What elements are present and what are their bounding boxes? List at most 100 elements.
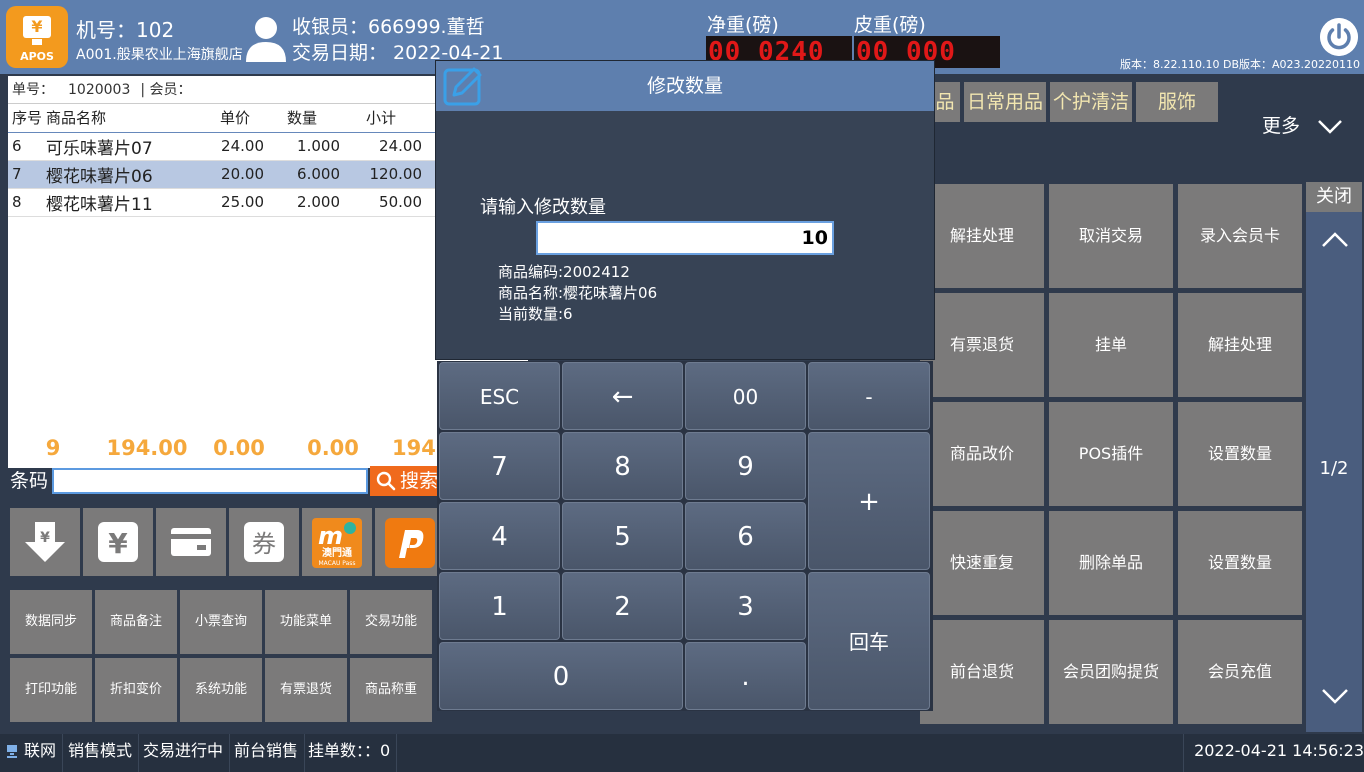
key-enter[interactable]: 回车 bbox=[808, 572, 930, 710]
row-name: 可乐味薯片07 bbox=[46, 132, 206, 161]
cashier-name: 收银员：666999.董哲 bbox=[292, 16, 485, 38]
monitor-stand bbox=[32, 39, 42, 45]
page-indicator: 1/2 bbox=[1319, 458, 1349, 479]
power-icon[interactable] bbox=[1320, 18, 1358, 56]
card-icon bbox=[171, 528, 211, 556]
row-price: 20.00 bbox=[206, 160, 264, 189]
network-icon bbox=[7, 745, 17, 758]
set-quantity-button[interactable]: 设置数量 bbox=[1178, 402, 1302, 506]
enter-member-card-button[interactable]: 录入会员卡 bbox=[1178, 184, 1302, 288]
pp-pay-button[interactable] bbox=[375, 508, 438, 576]
current-quantity: 当前数量:6 bbox=[498, 305, 573, 323]
row-price: 25.00 bbox=[206, 188, 264, 217]
func-discount-button[interactable]: 折扣变价 bbox=[95, 658, 177, 722]
quick-repeat-button[interactable]: 快速重复 bbox=[920, 511, 1044, 615]
func-data-sync-button[interactable]: 数据同步 bbox=[10, 590, 92, 654]
cash-pay-button[interactable]: ¥ bbox=[83, 508, 153, 576]
coupon-pay-button[interactable]: 券 bbox=[229, 508, 299, 576]
close-button[interactable]: 关闭 bbox=[1306, 182, 1362, 212]
key-9[interactable]: 9 bbox=[685, 432, 806, 500]
func-system-button[interactable]: 系统功能 bbox=[180, 658, 262, 722]
order-no-value: 1020003 bbox=[68, 82, 131, 98]
key-minus[interactable]: - bbox=[808, 362, 930, 430]
cash-drawer-button[interactable]: ¥ bbox=[10, 508, 80, 576]
func-item-note-button[interactable]: 商品备注 bbox=[95, 590, 177, 654]
delete-item-button[interactable]: 删除单品 bbox=[1049, 511, 1173, 615]
svg-text:¥: ¥ bbox=[108, 527, 128, 560]
col-qty: 数量 bbox=[264, 104, 340, 133]
pos-plugin-button[interactable]: POS插件 bbox=[1049, 402, 1173, 506]
barcode-input[interactable] bbox=[52, 468, 368, 494]
net-weight-label: 净重(磅) bbox=[707, 14, 779, 36]
tab-clothing[interactable]: 服饰 bbox=[1136, 82, 1218, 122]
macau-pass-button[interactable]: m 澳門通 MACAU Pass bbox=[302, 508, 372, 576]
status-online: 联网 bbox=[0, 734, 64, 772]
member-label: | 会员： bbox=[140, 82, 192, 98]
unhang-process-button-2[interactable]: 解挂处理 bbox=[1178, 293, 1302, 397]
coupon-icon: 券 bbox=[244, 522, 284, 562]
chevron-down-icon bbox=[1318, 120, 1342, 134]
key-dot[interactable]: . bbox=[685, 642, 806, 710]
row-qty: 1.000 bbox=[264, 132, 340, 161]
row-subtotal: 50.00 bbox=[340, 188, 422, 217]
apos-logo: ¥ APOS bbox=[6, 6, 68, 68]
cancel-trade-button[interactable]: 取消交易 bbox=[1049, 184, 1173, 288]
chevron-down-icon[interactable] bbox=[1320, 686, 1350, 706]
svg-text:券: 券 bbox=[252, 530, 276, 558]
member-group-pickup-button[interactable]: 会员团购提货 bbox=[1049, 620, 1173, 724]
status-hang-count: 挂单数：：0 bbox=[302, 734, 398, 772]
key-2[interactable]: 2 bbox=[562, 572, 683, 640]
chevron-up-icon[interactable] bbox=[1320, 230, 1350, 250]
tab-daily-goods[interactable]: 日常用品 bbox=[964, 82, 1046, 122]
tare-weight-label: 皮重(磅) bbox=[854, 14, 926, 36]
status-mode: 销售模式 bbox=[62, 734, 140, 772]
store-name: A001.般果农业上海旗舰店 bbox=[76, 47, 243, 63]
key-5[interactable]: 5 bbox=[562, 502, 683, 570]
col-name: 商品名称 bbox=[46, 104, 206, 133]
key-backspace[interactable]: ← bbox=[562, 362, 683, 430]
summary-total-label: 合计 bbox=[410, 416, 426, 456]
key-plus[interactable]: + bbox=[808, 432, 930, 570]
func-return-with-receipt-button[interactable]: 有票退货 bbox=[265, 658, 347, 722]
macau-pass-icon: m 澳門通 MACAU Pass bbox=[312, 518, 362, 568]
key-7[interactable]: 7 bbox=[439, 432, 560, 500]
set-quantity-button-2[interactable]: 设置数量 bbox=[1178, 511, 1302, 615]
tab-personal-care[interactable]: 个护清洁 bbox=[1050, 82, 1132, 122]
key-1[interactable]: 1 bbox=[439, 572, 560, 640]
func-print-button[interactable]: 打印功能 bbox=[10, 658, 92, 722]
quantity-input[interactable] bbox=[536, 221, 834, 255]
member-recharge-button[interactable]: 会员充值 bbox=[1178, 620, 1302, 724]
search-icon bbox=[376, 471, 396, 491]
search-button[interactable]: 搜索 bbox=[370, 466, 446, 496]
key-3[interactable]: 3 bbox=[685, 572, 806, 640]
summary-unpaid-value: 194.00 bbox=[106, 436, 188, 460]
change-price-button[interactable]: 商品改价 bbox=[920, 402, 1044, 506]
key-6[interactable]: 6 bbox=[685, 502, 806, 570]
status-online-text: 联网 bbox=[24, 741, 57, 760]
hang-order-button[interactable]: 挂单 bbox=[1049, 293, 1173, 397]
pp-pay-icon bbox=[385, 518, 435, 568]
key-double-zero[interactable]: 00 bbox=[685, 362, 806, 430]
return-with-receipt-button[interactable]: 有票退货 bbox=[920, 293, 1044, 397]
dialog-header: 修改数量 bbox=[436, 61, 934, 111]
row-price: 24.00 bbox=[206, 132, 264, 161]
key-4[interactable]: 4 bbox=[439, 502, 560, 570]
summary-qty-label: 数量 bbox=[37, 416, 68, 434]
more-categories-button[interactable]: 更多 bbox=[1262, 110, 1352, 142]
func-trade-button[interactable]: 交易功能 bbox=[350, 590, 432, 654]
card-pay-button[interactable] bbox=[156, 508, 226, 576]
key-0[interactable]: 0 bbox=[439, 642, 683, 710]
svg-text:m: m bbox=[318, 522, 343, 550]
key-esc[interactable]: ESC bbox=[439, 362, 560, 430]
row-qty: 6.000 bbox=[264, 160, 340, 189]
key-8[interactable]: 8 bbox=[562, 432, 683, 500]
func-menu-button[interactable]: 功能菜单 bbox=[265, 590, 347, 654]
monitor-icon: ¥ bbox=[23, 16, 51, 38]
status-front: 前台销售 bbox=[228, 734, 306, 772]
func-receipt-query-button[interactable]: 小票查询 bbox=[180, 590, 262, 654]
col-subtotal: 小计 bbox=[340, 104, 422, 133]
func-weigh-button[interactable]: 商品称重 bbox=[350, 658, 432, 722]
front-return-button[interactable]: 前台退货 bbox=[920, 620, 1044, 724]
summary-unpaid-label: 未付 bbox=[131, 416, 162, 434]
unhang-process-button[interactable]: 解挂处理 bbox=[920, 184, 1044, 288]
